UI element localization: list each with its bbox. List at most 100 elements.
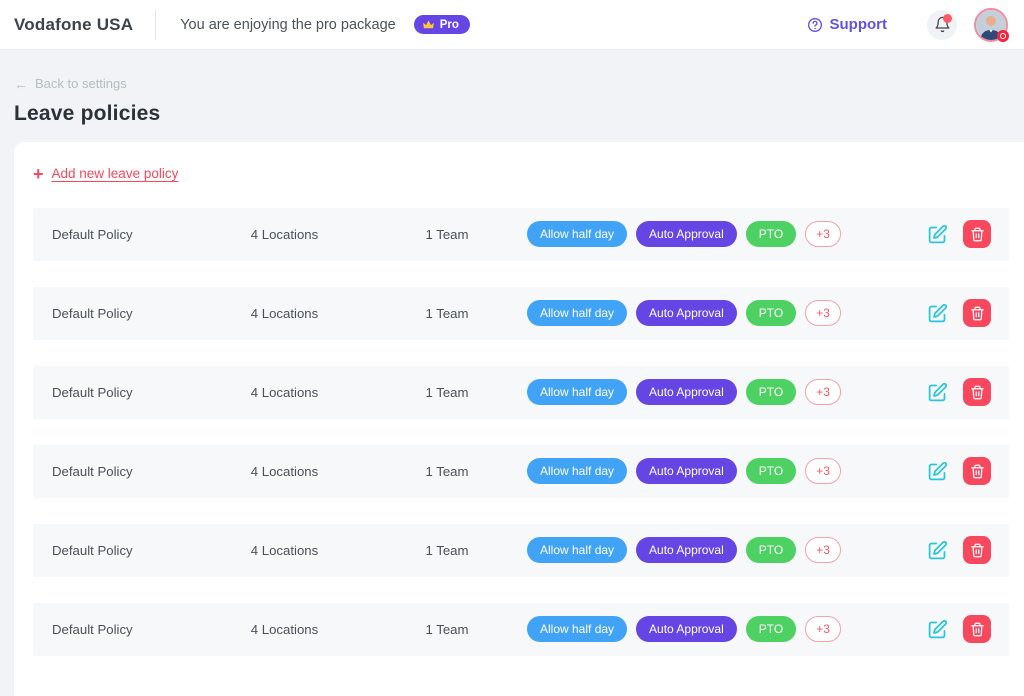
tag-more-count[interactable]: +3 xyxy=(805,616,841,642)
tag-auto-approval: Auto Approval xyxy=(636,379,737,405)
add-leave-policy-button[interactable]: + Add new leave policy xyxy=(33,165,178,183)
tag-pto: PTO xyxy=(746,458,796,484)
edit-policy-button[interactable] xyxy=(927,461,948,482)
tag-more-count[interactable]: +3 xyxy=(805,537,841,563)
policy-team: 1 Team xyxy=(367,543,527,558)
policy-locations: 4 Locations xyxy=(202,227,367,242)
tag-allow-half-day: Allow half day xyxy=(527,221,627,247)
tag-auto-approval: Auto Approval xyxy=(636,537,737,563)
tag-pto: PTO xyxy=(746,379,796,405)
tag-pto: PTO xyxy=(746,221,796,247)
delete-policy-button[interactable] xyxy=(963,220,991,248)
policy-locations: 4 Locations xyxy=(202,464,367,479)
trash-icon xyxy=(970,306,985,321)
policy-row: Default Policy 4 Locations 1 Team Allow … xyxy=(33,445,1009,498)
delete-policy-button[interactable] xyxy=(963,457,991,485)
avatar[interactable] xyxy=(974,8,1008,42)
pro-badge-label: Pro xyxy=(440,19,459,31)
policy-actions xyxy=(927,457,991,485)
page-content: ← Back to settings Leave policies + Add … xyxy=(0,50,1024,696)
policy-tags: Allow half day Auto Approval PTO +3 xyxy=(527,458,927,484)
policy-actions xyxy=(927,299,991,327)
policy-tags: Allow half day Auto Approval PTO +3 xyxy=(527,616,927,642)
edit-policy-button[interactable] xyxy=(927,382,948,403)
delete-policy-button[interactable] xyxy=(963,615,991,643)
header-divider xyxy=(155,10,156,40)
policy-row: Default Policy 4 Locations 1 Team Allow … xyxy=(33,524,1009,577)
trash-icon xyxy=(970,543,985,558)
tag-more-count[interactable]: +3 xyxy=(805,379,841,405)
help-circle-icon xyxy=(807,17,823,33)
policy-tags: Allow half day Auto Approval PTO +3 xyxy=(527,537,927,563)
policy-locations: 4 Locations xyxy=(202,543,367,558)
policy-team: 1 Team xyxy=(367,385,527,400)
tag-pto: PTO xyxy=(746,537,796,563)
crown-icon xyxy=(422,18,435,31)
plus-icon: + xyxy=(33,165,44,183)
tag-auto-approval: Auto Approval xyxy=(636,616,737,642)
add-leave-policy-label: Add new leave policy xyxy=(52,166,179,181)
policy-locations: 4 Locations xyxy=(202,622,367,637)
delete-policy-button[interactable] xyxy=(963,378,991,406)
policy-row: Default Policy 4 Locations 1 Team Allow … xyxy=(33,603,1009,656)
edit-pencil-icon xyxy=(927,224,948,245)
edit-pencil-icon xyxy=(927,461,948,482)
tag-pto: PTO xyxy=(746,300,796,326)
delete-policy-button[interactable] xyxy=(963,299,991,327)
package-message: You are enjoying the pro package xyxy=(180,17,396,33)
policy-team: 1 Team xyxy=(367,622,527,637)
tag-more-count[interactable]: +3 xyxy=(805,300,841,326)
policy-list: Default Policy 4 Locations 1 Team Allow … xyxy=(33,208,1009,656)
edit-pencil-icon xyxy=(927,540,948,561)
page-title: Leave policies xyxy=(14,102,1024,126)
tag-more-count[interactable]: +3 xyxy=(805,221,841,247)
trash-icon xyxy=(970,385,985,400)
support-link[interactable]: Support xyxy=(801,15,894,34)
tag-auto-approval: Auto Approval xyxy=(636,458,737,484)
back-to-settings-link[interactable]: ← Back to settings xyxy=(14,76,127,91)
policy-name: Default Policy xyxy=(52,227,202,242)
trash-icon xyxy=(970,464,985,479)
edit-pencil-icon xyxy=(927,303,948,324)
policy-row: Default Policy 4 Locations 1 Team Allow … xyxy=(33,366,1009,419)
policy-name: Default Policy xyxy=(52,385,202,400)
edit-policy-button[interactable] xyxy=(927,540,948,561)
notifications-button[interactable] xyxy=(927,10,957,40)
header-actions: Support xyxy=(801,8,1009,42)
policy-actions xyxy=(927,615,991,643)
policy-actions xyxy=(927,220,991,248)
tag-pto: PTO xyxy=(746,616,796,642)
policy-locations: 4 Locations xyxy=(202,306,367,321)
avatar-badge xyxy=(997,30,1009,42)
policy-name: Default Policy xyxy=(52,543,202,558)
policy-team: 1 Team xyxy=(367,306,527,321)
trash-icon xyxy=(970,622,985,637)
top-header: Vodafone USA You are enjoying the pro pa… xyxy=(0,0,1024,50)
back-arrow-icon: ← xyxy=(14,77,28,91)
tag-allow-half-day: Allow half day xyxy=(527,379,627,405)
delete-policy-button[interactable] xyxy=(963,536,991,564)
pro-badge: Pro xyxy=(414,15,470,34)
tag-allow-half-day: Allow half day xyxy=(527,458,627,484)
policy-row: Default Policy 4 Locations 1 Team Allow … xyxy=(33,208,1009,261)
notification-dot xyxy=(943,14,952,23)
policy-locations: 4 Locations xyxy=(202,385,367,400)
policy-actions xyxy=(927,536,991,564)
policy-row: Default Policy 4 Locations 1 Team Allow … xyxy=(33,287,1009,340)
edit-policy-button[interactable] xyxy=(927,224,948,245)
policy-team: 1 Team xyxy=(367,464,527,479)
policy-name: Default Policy xyxy=(52,622,202,637)
tag-allow-half-day: Allow half day xyxy=(527,616,627,642)
policy-name: Default Policy xyxy=(52,464,202,479)
policy-tags: Allow half day Auto Approval PTO +3 xyxy=(527,221,927,247)
brand-title: Vodafone USA xyxy=(14,15,133,35)
leave-policies-card: + Add new leave policy Default Policy 4 … xyxy=(14,142,1024,696)
tag-allow-half-day: Allow half day xyxy=(527,537,627,563)
tag-auto-approval: Auto Approval xyxy=(636,221,737,247)
back-link-label: Back to settings xyxy=(35,76,127,91)
tag-more-count[interactable]: +3 xyxy=(805,458,841,484)
policy-tags: Allow half day Auto Approval PTO +3 xyxy=(527,379,927,405)
edit-policy-button[interactable] xyxy=(927,619,948,640)
policy-tags: Allow half day Auto Approval PTO +3 xyxy=(527,300,927,326)
edit-policy-button[interactable] xyxy=(927,303,948,324)
